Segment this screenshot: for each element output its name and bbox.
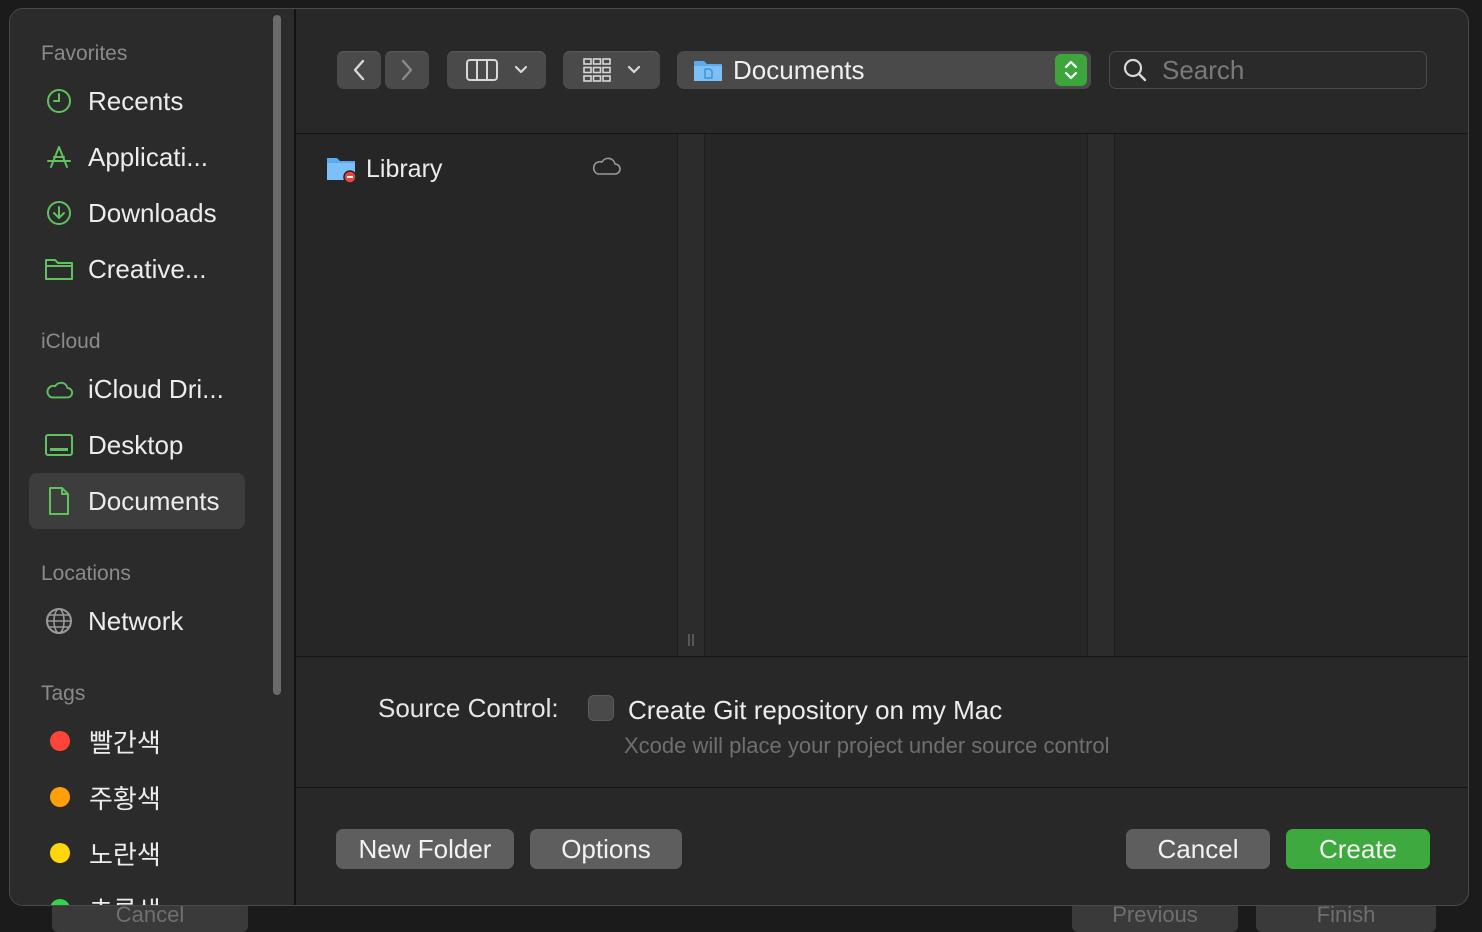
tag-red-dot-icon xyxy=(50,731,70,751)
cloud-icon xyxy=(592,157,621,175)
folder-restricted-icon xyxy=(327,158,356,183)
create-button[interactable]: Create xyxy=(1286,829,1430,869)
forward-button[interactable] xyxy=(385,51,429,89)
sidebar-item-label: Recents xyxy=(88,85,184,116)
sidebar-item-label: iCloud Dri... xyxy=(88,373,224,404)
sidebar-item-label: Documents xyxy=(88,485,220,516)
background-cancel-button: Cancel xyxy=(52,902,248,932)
sidebar-item-documents[interactable]: Documents xyxy=(29,473,245,529)
source-control-hint: Xcode will place your project under sour… xyxy=(624,733,1110,758)
sidebar-item-label: 노란색 xyxy=(89,839,161,870)
columns-view-icon xyxy=(465,59,498,81)
sidebar-item-label: Downloads xyxy=(88,197,217,228)
cancel-button[interactable]: Cancel xyxy=(1126,829,1270,869)
sidebar-item-label: 초록색 xyxy=(89,891,161,906)
location-popup[interactable]: Documents xyxy=(677,51,1091,89)
location-label: Documents xyxy=(733,54,865,85)
cloud-icon xyxy=(44,374,74,404)
view-mode-button[interactable] xyxy=(447,51,546,89)
sidebar-item-label: 주황색 xyxy=(89,783,161,814)
sidebar-item-label: Network xyxy=(88,605,184,636)
clock-icon xyxy=(44,86,74,116)
options-button[interactable]: Options xyxy=(530,829,682,869)
sidebar: Favorites Recents Applicati... Downloads… xyxy=(10,9,296,905)
sidebar-item-tag-green[interactable]: 초록색 xyxy=(29,881,245,906)
chevron-right-icon xyxy=(401,59,413,81)
sidebar-item-tag-yellow[interactable]: 노란색 xyxy=(29,825,245,881)
git-repo-checkbox-label[interactable]: Create Git repository on my Mac xyxy=(628,695,1002,726)
section-header-favorites: Favorites xyxy=(41,42,128,65)
sidebar-item-label: Creative... xyxy=(88,253,207,284)
back-button[interactable] xyxy=(337,51,381,89)
section-header-tags: Tags xyxy=(41,682,86,705)
chevron-left-icon xyxy=(353,59,365,81)
sidebar-scrollbar[interactable] xyxy=(273,15,281,695)
tag-yellow-dot-icon xyxy=(50,843,70,863)
search-icon xyxy=(1123,58,1147,82)
section-header-icloud: iCloud xyxy=(41,330,101,353)
tag-green-dot-icon xyxy=(50,899,70,905)
options-panel: Source Control: Create Git repository on… xyxy=(296,657,1468,788)
chevron-down-icon xyxy=(627,65,640,74)
sidebar-item-icloud-drive[interactable]: iCloud Dri... xyxy=(29,361,245,417)
sidebar-item-label: 빨간색 xyxy=(89,727,161,758)
globe-icon xyxy=(44,606,74,636)
file-row-library[interactable]: Library xyxy=(326,151,626,187)
sidebar-item-label: Applicati... xyxy=(88,141,208,172)
folder-icon xyxy=(44,254,74,284)
sidebar-item-creative[interactable]: Creative... xyxy=(29,241,245,297)
file-name: Library xyxy=(366,154,443,183)
column-divider[interactable] xyxy=(1087,134,1115,656)
sidebar-item-label: Desktop xyxy=(88,429,184,460)
grid-icon xyxy=(582,58,611,82)
applications-icon xyxy=(44,142,74,172)
documents-folder-icon xyxy=(694,61,722,81)
sidebar-item-tag-red[interactable]: 빨간색 xyxy=(29,713,245,769)
search-field[interactable] xyxy=(1109,51,1427,89)
column-browser: Library xyxy=(296,134,1468,657)
sidebar-item-recents[interactable]: Recents xyxy=(29,73,245,129)
background-finish-button: Finish xyxy=(1256,902,1436,932)
main-panel: Documents Library xyxy=(296,9,1468,905)
git-repo-checkbox[interactable] xyxy=(588,695,614,721)
toolbar: Documents xyxy=(296,9,1468,134)
tag-orange-dot-icon xyxy=(50,787,70,807)
new-folder-button[interactable]: New Folder xyxy=(336,829,514,869)
sidebar-item-applications[interactable]: Applicati... xyxy=(29,129,245,185)
sidebar-item-network[interactable]: Network xyxy=(29,593,245,649)
chevron-down-icon xyxy=(514,65,527,74)
column-divider[interactable] xyxy=(677,134,705,656)
group-by-button[interactable] xyxy=(563,51,660,89)
source-control-label: Source Control: xyxy=(378,693,559,723)
document-icon xyxy=(44,486,74,516)
section-header-locations: Locations xyxy=(41,562,131,585)
save-dialog: Favorites Recents Applicati... Downloads… xyxy=(9,8,1469,906)
sidebar-item-downloads[interactable]: Downloads xyxy=(29,185,245,241)
stepper-chevrons-icon xyxy=(1055,54,1087,86)
search-input[interactable] xyxy=(1160,53,1404,87)
desktop-icon xyxy=(44,430,74,460)
resize-handle-icon xyxy=(688,634,694,646)
sidebar-item-desktop[interactable]: Desktop xyxy=(29,417,245,473)
download-icon xyxy=(44,198,74,228)
background-previous-button: Previous xyxy=(1072,902,1238,932)
sidebar-item-tag-orange[interactable]: 주황색 xyxy=(29,769,245,825)
